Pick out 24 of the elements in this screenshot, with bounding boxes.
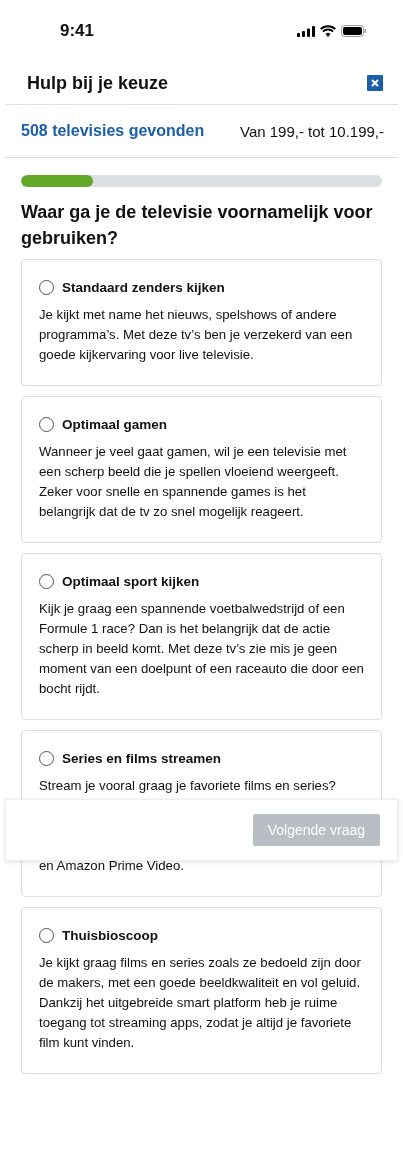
price-range: Van 199,- tot 10.199,- xyxy=(240,122,384,140)
option-description: Je kijkt graag films en series zoals ze bedoeld zijn door de makers, met een goede beeldkwaliteit en vol geluid. Dankzij het uitgebreide smart platform heb je ruime toegang tot streaming apps, zodat je altijd je favoriete film kunt vinden. xyxy=(39,954,362,1052)
option-description: Kijk je graag een spannende voetbalwedstrijd of een Formule 1 race? Dan is het belangrijk dat de actie scherp in beeld komt. Met deze tv’s zie mis je geen moment van een doelpunt of een raceauto die door een bocht rijdt. xyxy=(39,600,364,698)
page-title: Hulp bij je keuze xyxy=(27,72,169,94)
option-title: Standaard zenders kijken xyxy=(62,280,225,295)
option-title: Optimaal gamen xyxy=(62,417,168,432)
option-title: Optimaal sport kijken xyxy=(62,574,200,589)
results-count: 508 televisies gevonden xyxy=(21,122,205,140)
option-title: Thuisbioscoop xyxy=(62,928,158,943)
option-card[interactable] xyxy=(21,396,382,543)
status-time: 9:41 xyxy=(60,21,95,41)
option-description: Je kijkt met name het nieuws, spelshows of andere programma’s. Met deze tv’s ben je verzekerd van een goede kijkervaring voor live televisie. xyxy=(39,306,354,364)
option-description: Stream je vooral graag je favoriete films en series? xyxy=(39,777,337,795)
option-card[interactable] xyxy=(21,553,382,720)
option-description: en Amazon Prime Video. xyxy=(39,857,185,875)
option-title: Series en films streamen xyxy=(62,751,222,766)
option-card[interactable] xyxy=(21,907,382,1074)
question-text: Waar ga je de televisie voornamelijk voor gebruiken? xyxy=(21,201,374,250)
close-icon[interactable] xyxy=(367,75,383,91)
option-card[interactable]: Standaard zenders kijken Je kijkt met name het nieuws, spelshows of andere programma’s. Met deze tv’s ben je verzekerd van een goede kijkervaring voor live televisie. xyxy=(21,259,382,386)
battery-icon xyxy=(341,25,367,37)
wifi-icon xyxy=(320,25,336,37)
signal-icon xyxy=(297,25,315,37)
option-description: Wanneer je veel gaat gamen, wil je een televisie met een scherp beeld die je spellen vloeiend weergeeft. Zeker voor snelle en spannende games is het belangrijk dat de tv zo snel mogelijk reageert. xyxy=(39,443,348,521)
